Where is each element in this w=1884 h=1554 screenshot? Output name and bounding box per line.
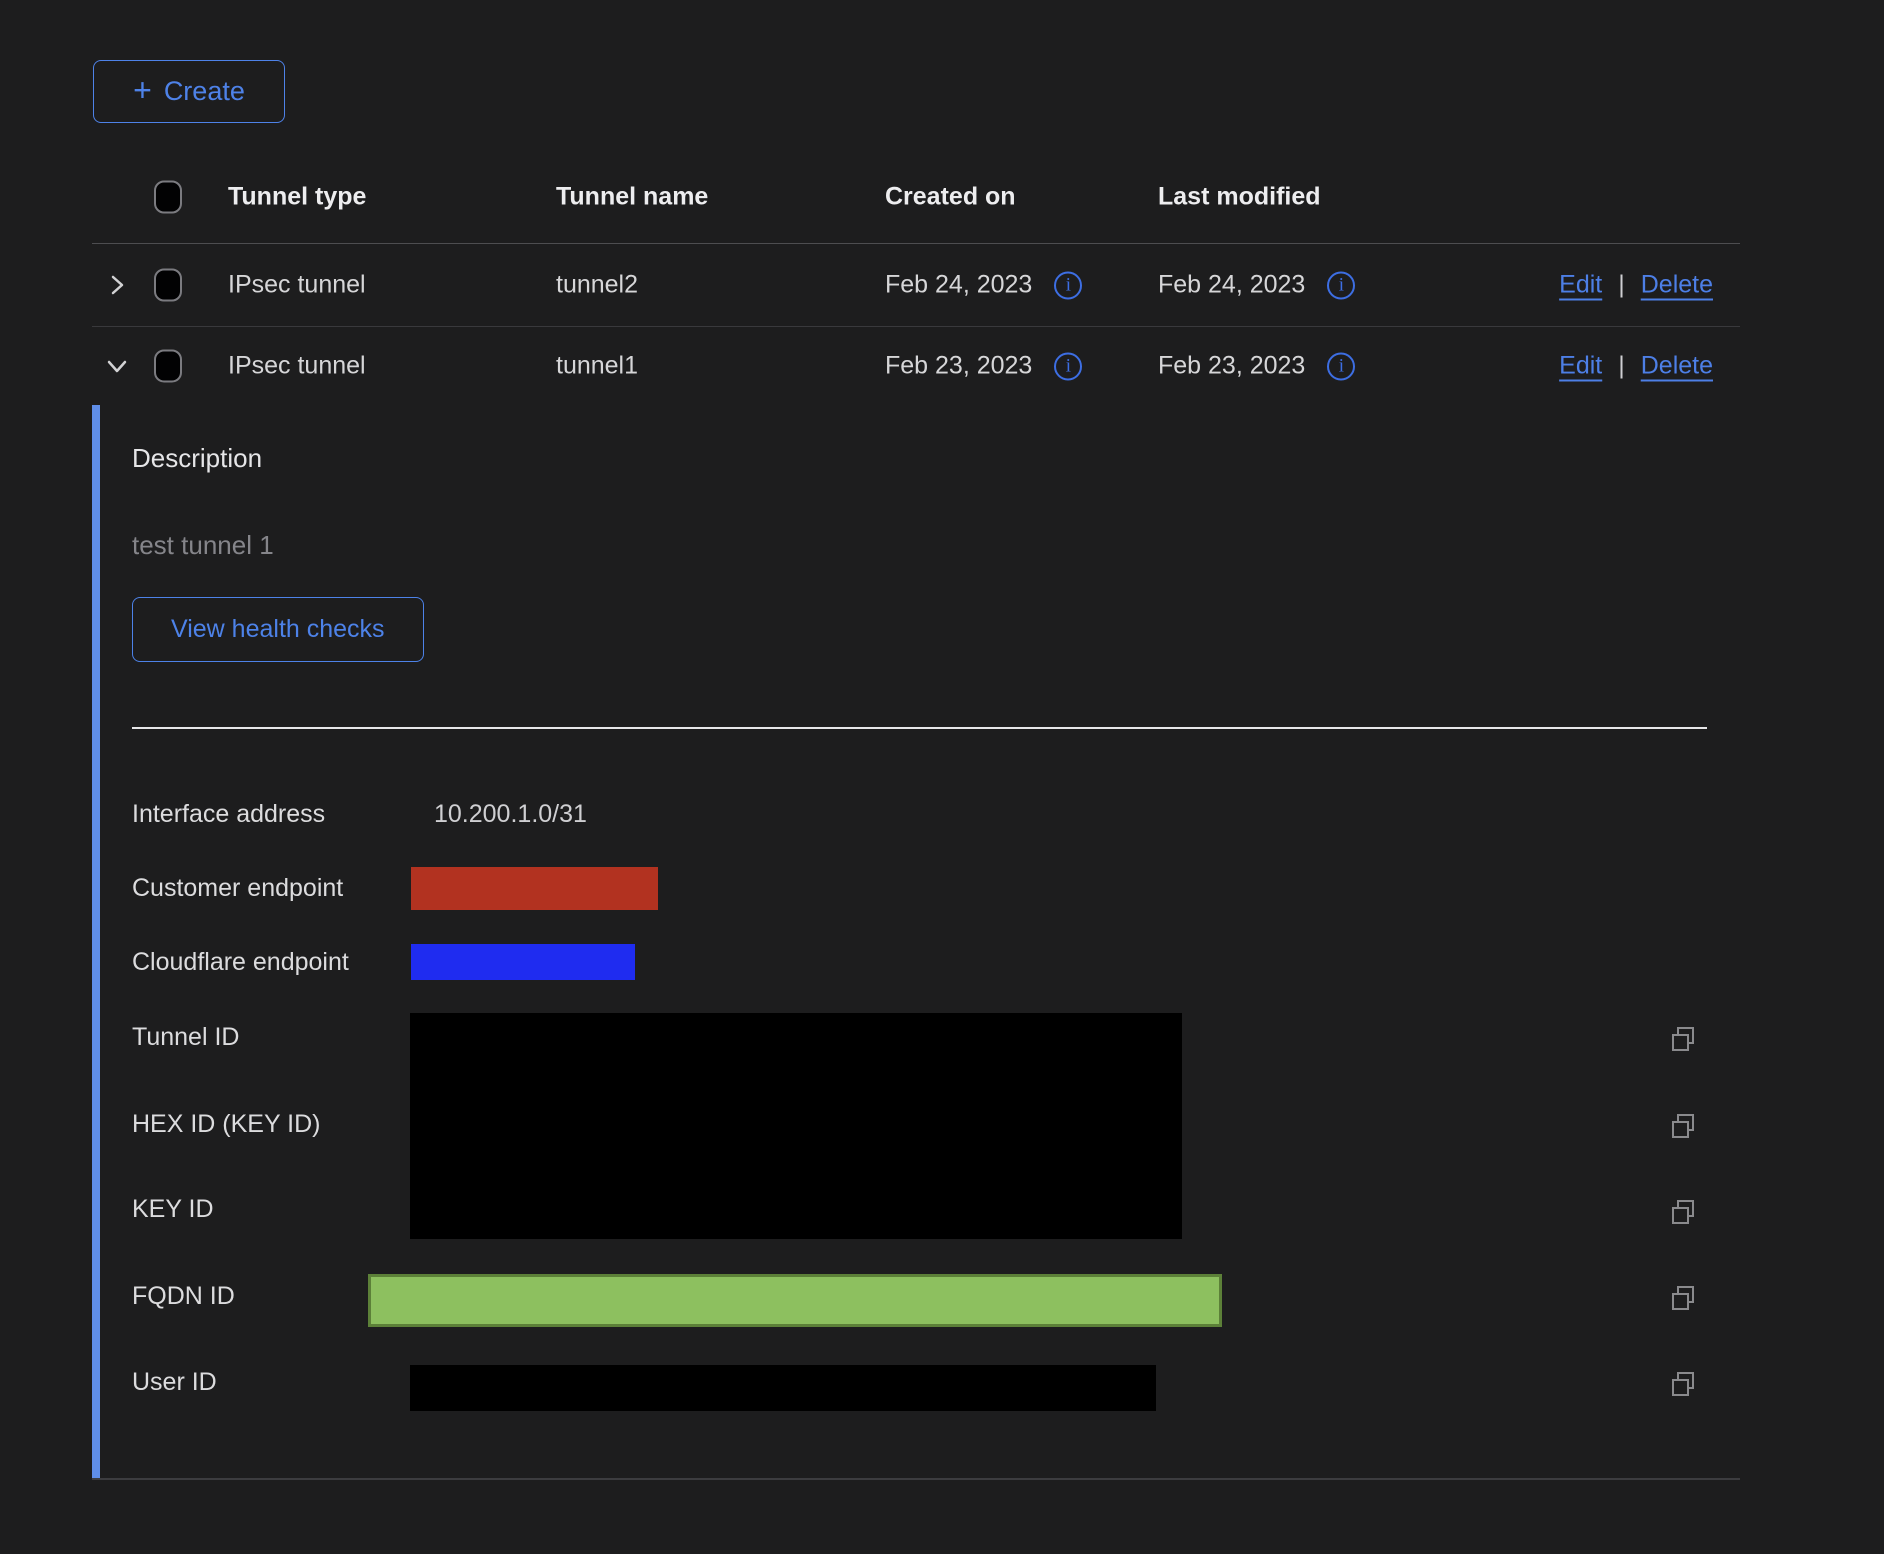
info-icon[interactable]: i: [1327, 352, 1355, 380]
copy-user-id-button[interactable]: [1668, 1369, 1698, 1399]
tunnel-name-cell: tunnel1: [556, 352, 638, 381]
collapse-row-button[interactable]: [104, 353, 130, 379]
copy-icon: [1668, 1024, 1698, 1054]
table-row-tunnel2: IPsec tunnel tunnel2 Feb 24, 2023 i Feb …: [92, 244, 1740, 327]
user-id-redacted-value: [410, 1365, 1156, 1411]
create-button[interactable]: + Create: [93, 60, 285, 123]
row-checkbox[interactable]: [154, 350, 182, 383]
view-health-checks-button[interactable]: View health checks: [132, 597, 424, 662]
tunnel-name-cell: tunnel2: [556, 271, 638, 300]
plus-icon: +: [133, 74, 152, 106]
description-value: test tunnel 1: [132, 530, 274, 561]
edit-link[interactable]: Edit: [1559, 271, 1602, 300]
select-all-checkbox[interactable]: [154, 180, 182, 213]
separator: |: [1618, 271, 1625, 300]
col-header-tunnel-name: Tunnel name: [556, 182, 708, 211]
copy-icon: [1668, 1283, 1698, 1313]
expansion-accent-bar: [92, 405, 100, 1478]
last-modified-cell: Feb 23, 2023 i: [1158, 352, 1355, 381]
edit-link[interactable]: Edit: [1559, 352, 1602, 381]
copy-icon: [1668, 1111, 1698, 1141]
copy-hex-id-button[interactable]: [1668, 1111, 1698, 1141]
hex-id-label: HEX ID (KEY ID): [132, 1110, 320, 1139]
separator: |: [1618, 352, 1625, 381]
interface-address-label: Interface address: [132, 800, 325, 829]
expand-row-button[interactable]: [104, 272, 130, 298]
user-id-label: User ID: [132, 1368, 217, 1397]
created-on-cell: Feb 24, 2023 i: [885, 271, 1082, 300]
copy-key-id-button[interactable]: [1668, 1197, 1698, 1227]
info-icon[interactable]: i: [1054, 352, 1082, 380]
tunnel-hex-key-id-redacted-value: [410, 1013, 1182, 1239]
last-modified-cell: Feb 24, 2023 i: [1158, 271, 1355, 300]
tunnel-type-cell: IPsec tunnel: [228, 271, 366, 300]
info-icon[interactable]: i: [1327, 271, 1355, 299]
fqdn-id-redacted-value: [368, 1274, 1222, 1327]
section-divider: [132, 727, 1707, 729]
table-header-row: Tunnel type Tunnel name Created on Last …: [92, 150, 1740, 244]
chevron-right-icon: [104, 272, 130, 298]
copy-fqdn-id-button[interactable]: [1668, 1283, 1698, 1313]
copy-icon: [1668, 1197, 1698, 1227]
col-header-created-on: Created on: [885, 182, 1016, 211]
delete-link[interactable]: Delete: [1641, 352, 1713, 381]
customer-endpoint-label: Customer endpoint: [132, 874, 343, 903]
copy-tunnel-id-button[interactable]: [1668, 1024, 1698, 1054]
tunnel-type-cell: IPsec tunnel: [228, 352, 366, 381]
created-on-date: Feb 24, 2023: [885, 271, 1032, 300]
cloudflare-endpoint-label: Cloudflare endpoint: [132, 948, 349, 977]
row-checkbox[interactable]: [154, 269, 182, 302]
copy-icon: [1668, 1369, 1698, 1399]
customer-endpoint-redacted-value: [411, 867, 658, 910]
delete-link[interactable]: Delete: [1641, 271, 1713, 300]
panel-bottom-divider: [92, 1478, 1740, 1480]
tunnels-table: Tunnel type Tunnel name Created on Last …: [92, 150, 1740, 405]
expanded-tunnel-details: Description test tunnel 1 View health ch…: [0, 400, 1884, 1554]
interface-address-value: 10.200.1.0/31: [434, 800, 587, 829]
fqdn-id-label: FQDN ID: [132, 1282, 235, 1311]
ipsec-tunnels-page: + Create Tunnel type Tunnel name Created…: [0, 0, 1884, 1554]
created-on-date: Feb 23, 2023: [885, 352, 1032, 381]
chevron-down-icon: [104, 353, 130, 379]
description-label: Description: [132, 443, 262, 474]
info-icon[interactable]: i: [1054, 271, 1082, 299]
created-on-cell: Feb 23, 2023 i: [885, 352, 1082, 381]
tunnel-id-label: Tunnel ID: [132, 1023, 239, 1052]
cloudflare-endpoint-redacted-value: [411, 944, 635, 980]
col-header-tunnel-type: Tunnel type: [228, 182, 366, 211]
create-button-label: Create: [164, 76, 245, 107]
last-modified-date: Feb 23, 2023: [1158, 352, 1305, 381]
key-id-label: KEY ID: [132, 1195, 214, 1224]
col-header-last-modified: Last modified: [1158, 182, 1321, 211]
table-row-tunnel1: IPsec tunnel tunnel1 Feb 23, 2023 i Feb …: [92, 327, 1740, 405]
last-modified-date: Feb 24, 2023: [1158, 271, 1305, 300]
